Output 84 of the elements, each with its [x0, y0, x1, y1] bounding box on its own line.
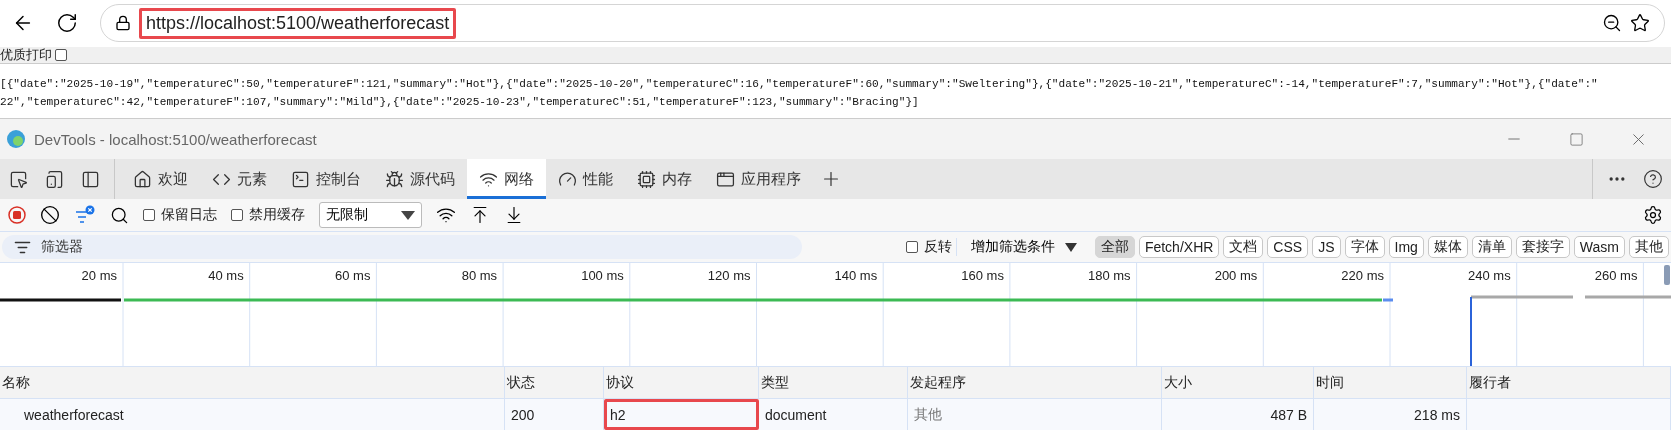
invert-checkbox[interactable] [905, 241, 918, 254]
type-filter-chip[interactable]: 套接字 [1515, 236, 1570, 259]
column-header[interactable]: 协议 [604, 367, 759, 399]
table-cell: 200 [505, 399, 604, 430]
table-cell: document [759, 399, 908, 430]
disable-cache-label: 禁用缓存 [249, 206, 305, 225]
column-header[interactable]: 状态 [505, 367, 604, 399]
tick-label: 40 ms [208, 268, 244, 283]
record-icon[interactable] [8, 206, 26, 225]
table-cell: h2 [604, 399, 759, 430]
type-filter-chip[interactable]: 全部 [1094, 236, 1135, 259]
preserve-log-checkbox[interactable] [143, 209, 155, 222]
tick-label: 200 ms [1214, 268, 1258, 283]
type-filter-chip[interactable]: Wasm [1573, 236, 1625, 259]
inspect-icon[interactable] [8, 169, 28, 189]
lock-icon [115, 15, 131, 32]
type-filter-chip[interactable]: JS [1312, 236, 1341, 259]
type-filter-chip[interactable]: 字体 [1344, 236, 1385, 259]
browser-logo-icon [6, 129, 26, 149]
tick-label: 180 ms [1087, 268, 1131, 283]
home-icon [133, 169, 152, 189]
panel-tab[interactable]: 源代码 [373, 159, 467, 200]
tick-label: 120 ms [707, 268, 751, 283]
panel-icon[interactable] [80, 169, 100, 189]
filter-field[interactable]: 筛选器 [2, 235, 802, 260]
json-text-line: 22","temperatureC":42,"temperatureF":107,"summary":"Mild"},{"date":"2025-10-23","temperatureC":51,"temperatureF":123,"summary":"Bracing"}] [0, 94, 920, 110]
column-header[interactable]: 履行者 [1467, 367, 1671, 399]
type-filter-chip[interactable]: 文档 [1223, 236, 1264, 259]
more-filters-dropdown[interactable]: 增加筛选条件 [955, 238, 1091, 257]
type-filter-chip[interactable]: Img [1388, 236, 1424, 259]
tick-label: 60 ms [335, 268, 371, 283]
settings-icon[interactable] [1643, 205, 1663, 226]
tick-label: 220 ms [1341, 268, 1384, 283]
tick-label: 240 ms [1468, 268, 1511, 283]
type-filter-chip[interactable]: 媒体 [1427, 236, 1468, 259]
reload-icon[interactable] [56, 12, 78, 35]
panel-tab[interactable]: 网络 [467, 159, 546, 200]
tick-label: 260 ms [1594, 268, 1638, 283]
throttling-select[interactable]: 无限制 [319, 202, 422, 229]
filter-icon[interactable] [74, 205, 96, 226]
clear-icon[interactable] [40, 205, 60, 226]
star-icon[interactable] [1630, 13, 1650, 34]
tick-label: 140 ms [834, 268, 878, 283]
caret-icon [401, 210, 415, 220]
column-header[interactable]: 名称 [0, 367, 505, 399]
tick-label: 20 ms [81, 268, 117, 283]
terminal-icon [291, 169, 310, 189]
bug-icon [385, 169, 404, 189]
zoom-out-icon[interactable] [1602, 13, 1622, 34]
preserve-log-label: 保留日志 [161, 206, 217, 225]
disable-cache-checkbox[interactable] [231, 209, 243, 222]
column-header[interactable]: 时间 [1314, 367, 1467, 399]
search-icon[interactable] [110, 205, 129, 225]
column-header[interactable]: 大小 [1162, 367, 1314, 399]
table-cell: 218 ms [1314, 399, 1467, 430]
panel-tab[interactable]: 内存 [625, 159, 704, 200]
panel-tab[interactable]: 欢迎 [121, 159, 200, 200]
url-text: https://localhost:5100/weatherforecast [139, 7, 457, 39]
type-filter-chip[interactable]: Fetch/XHR [1138, 236, 1220, 259]
tick-label: 80 ms [461, 268, 498, 283]
panel-tab[interactable]: 性能 [546, 159, 625, 200]
chip-icon [637, 169, 656, 189]
help-icon[interactable] [1643, 169, 1663, 190]
column-header[interactable]: 发起程序 [908, 367, 1162, 399]
table-cell[interactable]: weatherforecast [0, 399, 505, 430]
caret-icon [1064, 242, 1077, 252]
type-filter-chip[interactable]: 清单 [1471, 236, 1512, 259]
column-header[interactable]: 类型 [759, 367, 908, 399]
type-filter-chip[interactable]: 其他 [1629, 236, 1669, 259]
json-text-line: [{"date":"2025-10-19","temperatureC":50,"temperatureF":121,"summary":"Hot"},{"date":"2025-10-20","temperatureC":16,"temperatureF":60,"summary":"Sweltering"},{"date":"2025-10-21","temperatureC":-14,"temperatureF":7,"summary":"Hot"},{"date":" [0, 76, 1599, 92]
tick-label: 100 ms [581, 268, 624, 283]
tick-label: 160 ms [961, 268, 1004, 283]
device-icon[interactable] [44, 169, 64, 189]
print-checkbox[interactable] [55, 48, 67, 61]
type-filter-chip[interactable]: CSS [1267, 236, 1309, 259]
print-label: 优质打印 [0, 45, 52, 64]
panel-tab[interactable]: 控制台 [279, 159, 373, 200]
table-cell: 487 B [1162, 399, 1314, 430]
invert-label: 反转 [923, 238, 952, 257]
panel-tab[interactable]: 元素 [200, 159, 279, 200]
table-cell: 其他 [908, 399, 1162, 430]
panel-tab[interactable]: 应用程序 [704, 159, 813, 200]
window-title: DevTools - localhost:5100/weatherforecast [34, 130, 317, 148]
filter-placeholder: 筛选器 [41, 238, 83, 257]
